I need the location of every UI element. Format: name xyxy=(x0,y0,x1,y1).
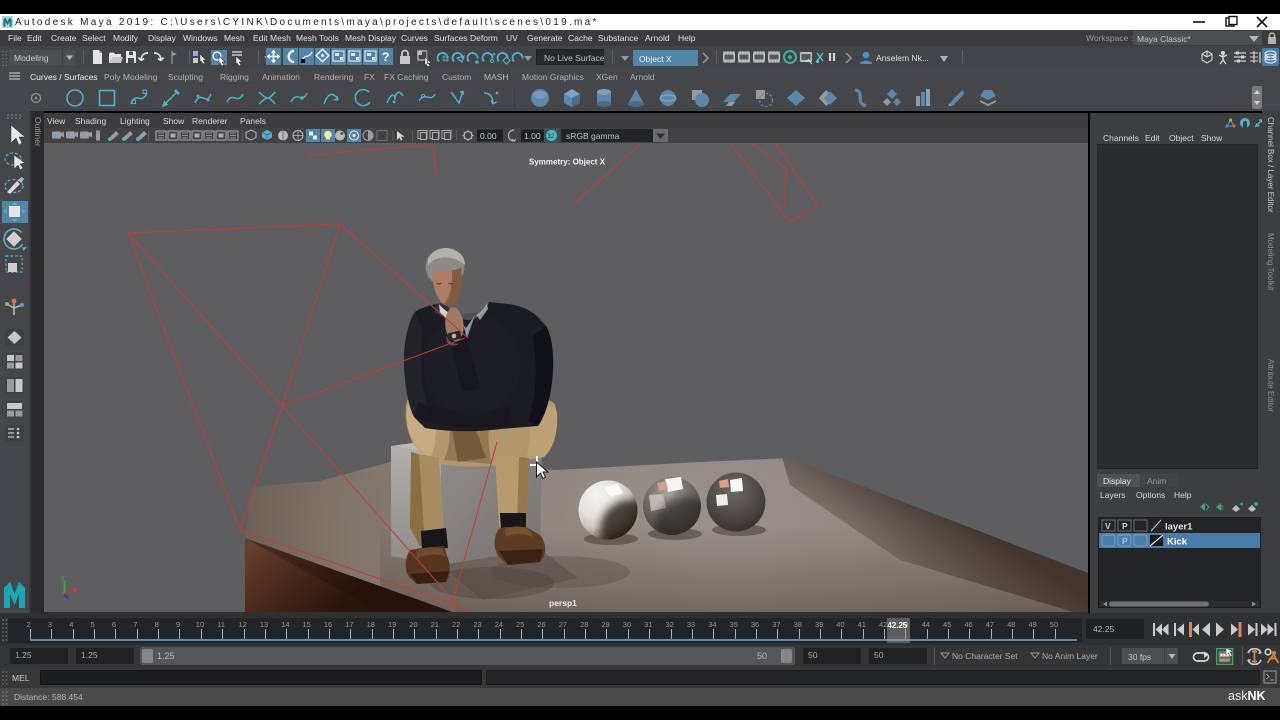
svg-text:sRGB gamma: sRGB gamma xyxy=(566,131,620,141)
svg-text:P: P xyxy=(1122,521,1128,531)
svg-text:layer1: layer1 xyxy=(1165,522,1193,533)
svg-text:y: y xyxy=(61,575,65,582)
svg-text:Symmetry: Object X: Symmetry: Object X xyxy=(529,158,606,167)
svg-text:V: V xyxy=(1105,521,1111,531)
svg-text:persp1: persp1 xyxy=(549,598,577,608)
svg-text:1.00: 1.00 xyxy=(524,131,541,141)
svg-text:32: 32 xyxy=(548,134,555,140)
svg-text:0.00: 0.00 xyxy=(480,131,497,141)
svg-text:?: ? xyxy=(382,50,389,64)
svg-text:Kick: Kick xyxy=(1167,537,1188,548)
svg-text:P: P xyxy=(1122,536,1128,546)
